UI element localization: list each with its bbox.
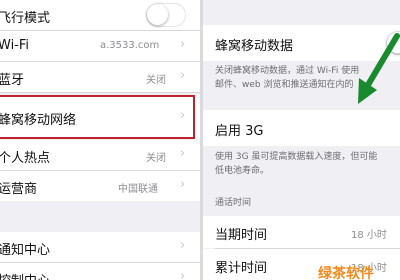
hotspot-value: 关闭 (146, 153, 166, 164)
carrier-row[interactable]: 运营商 中国联通 › (0, 171, 200, 201)
wifi-row[interactable]: Wi-Fi a.3533.com › (0, 31, 200, 61)
lifetime-label: 累计时间 (215, 261, 268, 276)
call-time-header: 通话时间 (215, 198, 252, 208)
wifi-network-value: a.3533.com (100, 40, 160, 51)
cellular-data-note-line1: 关闭蜂窝移动数据，通过 Wi-Fi 使用 (215, 66, 360, 76)
chevron-right-icon: › (180, 68, 186, 83)
3g-note-line2: 低电池寿命。 (215, 166, 270, 176)
control-center-label: 控制中心 (0, 270, 50, 280)
chevron-right-icon: › (180, 269, 186, 280)
carrier-label: 运营商 (0, 182, 38, 197)
3g-note-line1: 使用 3G 虽可提高数据载入速度，但可能 (215, 152, 378, 162)
bluetooth-row[interactable]: 蓝牙 关闭 › (0, 62, 200, 92)
hotspot-label: 个人热点 (0, 151, 51, 166)
chevron-right-icon: › (180, 37, 186, 52)
bluetooth-label: 蓝牙 (0, 73, 25, 88)
current-period-label: 当期时间 (215, 228, 268, 243)
green-arrow-annotation (358, 33, 400, 104)
notification-center-row[interactable]: 通知中心 › (0, 232, 200, 262)
control-center-row[interactable]: 控制中心 › (0, 263, 200, 280)
airplane-mode-row: 飞行模式 (0, 0, 200, 30)
enable-3g-row: 启用 3G (203, 110, 400, 146)
airplane-mode-label: 飞行模式 (0, 11, 51, 26)
cellular-data-label: 蜂窝移动数据 (215, 39, 294, 54)
bluetooth-value: 关闭 (146, 75, 166, 86)
chevron-right-icon: › (180, 146, 186, 161)
enable-3g-label: 启用 3G (215, 124, 264, 139)
watermark-logo: 绿茶软件 (318, 266, 374, 280)
notification-center-label: 通知中心 (0, 243, 51, 258)
wifi-label: Wi-Fi (0, 38, 30, 53)
current-period-row: 当期时间 18 小时 (203, 216, 400, 248)
cellular-data-note-line2: 邮件、web 浏览和推送通知在内的 (215, 80, 354, 90)
cellular-network-highlight (0, 95, 195, 139)
personal-hotspot-row[interactable]: 个人热点 关闭 › (0, 140, 200, 170)
airplane-mode-toggle[interactable] (146, 3, 186, 27)
separator (0, 92, 200, 93)
toggle-knob (147, 4, 168, 25)
chevron-right-icon: › (180, 238, 186, 253)
current-period-value: 18 小时 (351, 230, 387, 241)
settings-main-list: 飞行模式 Wi-Fi a.3533.com › 蓝牙 关闭 › 蜂窝移动网络 ›… (0, 0, 200, 280)
chevron-right-icon: › (180, 177, 186, 192)
carrier-value: 中国联通 (118, 184, 158, 195)
